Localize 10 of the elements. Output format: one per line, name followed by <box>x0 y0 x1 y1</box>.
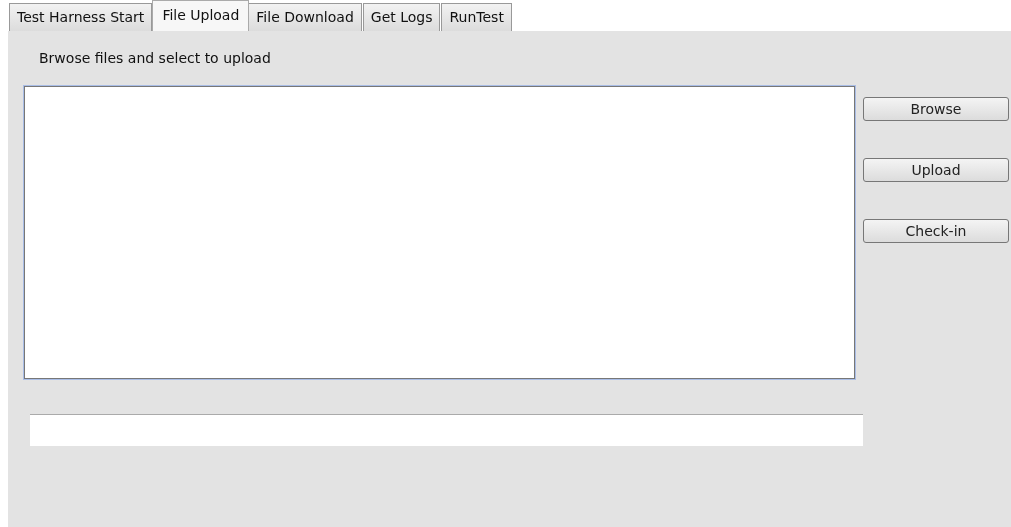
tab[interactable]: File Download <box>248 3 362 31</box>
tab[interactable]: File Upload <box>152 0 250 31</box>
action-button[interactable]: Upload <box>863 158 1009 182</box>
action-button[interactable]: Check-in <box>863 219 1009 243</box>
tab[interactable]: Test Harness Start <box>9 3 153 31</box>
action-button[interactable]: Browse <box>863 97 1009 121</box>
instruction-label: Brwose files and select to upload <box>39 49 271 68</box>
tab[interactable]: RunTest <box>441 3 512 31</box>
tab[interactable]: Get Logs <box>362 3 441 31</box>
text-field[interactable] <box>30 414 863 446</box>
